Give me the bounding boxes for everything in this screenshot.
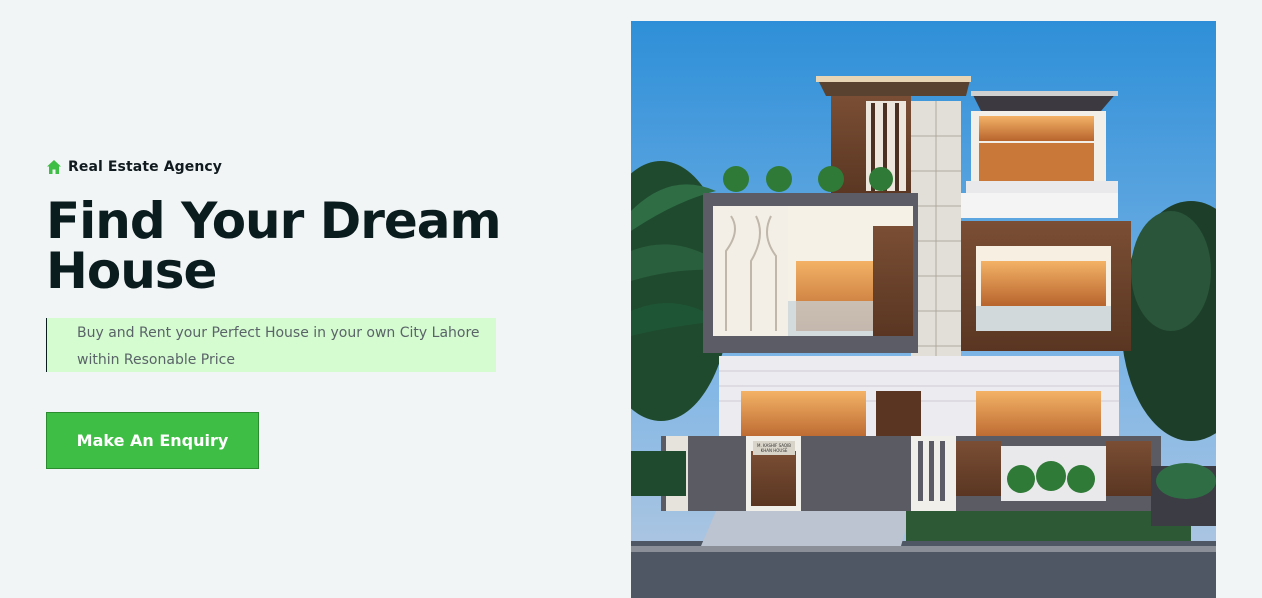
tagline: Buy and Rent your Perfect House in your … (46, 318, 496, 372)
eyebrow-label: Real Estate Agency (68, 159, 223, 175)
sign-line-2: KHAN HOUSE (761, 448, 788, 453)
make-enquiry-button[interactable]: Make An Enquiry (46, 412, 259, 469)
eyebrow: Real Estate Agency (46, 159, 222, 175)
page-title: Find Your Dream House (46, 192, 502, 300)
home-icon (46, 159, 62, 175)
house-photo: M. KASHIF SAQIB KHAN HOUSE (631, 21, 1216, 598)
hero-content: Real Estate Agency Find Your Dream House… (46, 0, 606, 598)
